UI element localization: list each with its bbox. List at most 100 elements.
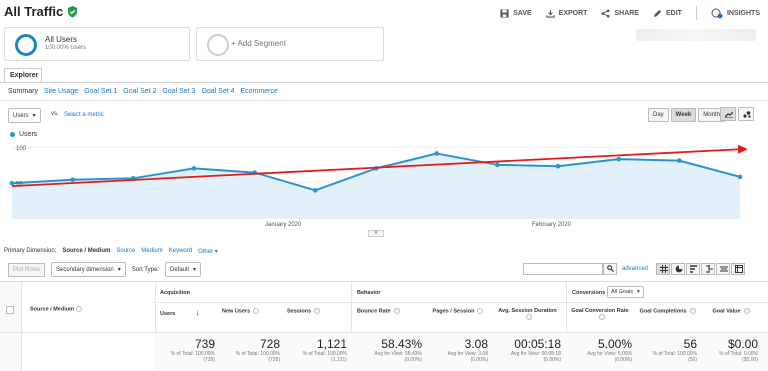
bar-chart-icon [690,265,697,273]
sort-type-select[interactable]: Default ▾ [164,262,202,277]
column-header-bounce-rate[interactable]: Bounce Rate [357,308,422,314]
chart-legend: Users [10,131,37,138]
plot-rows-button[interactable]: Plot Rows [8,262,46,277]
data-point[interactable] [313,188,318,193]
help-icon[interactable] [526,314,532,320]
subtab-ecommerce[interactable]: Ecommerce [241,88,278,95]
dimension-keyword[interactable]: Keyword [169,248,192,255]
help-icon[interactable] [393,308,400,314]
help-icon[interactable] [598,314,605,320]
data-point[interactable] [616,156,621,162]
column-header-users[interactable]: Users ↓ [160,308,215,317]
goals-select[interactable]: All Goals ▾ [607,286,644,298]
subtab-goal-set-2[interactable]: Goal Set 2 [123,88,156,95]
column-header-sessions[interactable]: Sessions [287,308,347,314]
data-point[interactable] [737,174,743,180]
insights-button[interactable]: INSIGHTS [711,8,760,19]
group-acquisition: Acquisition [160,290,190,296]
help-icon[interactable] [253,308,260,314]
total-sub-line2: (0.00%) [543,357,561,363]
subtab-goal-set-1[interactable]: Goal Set 1 [84,88,117,95]
legend-swatch [10,132,15,137]
chevron-down-icon: ▾ [637,289,640,295]
toolbar-divider [695,6,697,20]
column-header-new-users[interactable]: New Users [222,308,280,314]
subtab-summary[interactable]: Summary [8,88,38,95]
dimension-header[interactable]: Source / Medium [30,306,82,312]
total-sub-bounce-rate: Avg for View: 58.43% (0.00%) [374,351,422,363]
total-sub-pages-session: Avg for View: 3.08 (0.00%) [448,351,488,363]
save-button[interactable]: SAVE [500,8,532,18]
segment-all-users[interactable]: All Users 100.00% Users [4,27,190,61]
comparison-view-button[interactable] [701,263,715,275]
subtab-goal-set-3[interactable]: Goal Set 3 [162,88,195,95]
data-point[interactable] [495,162,500,168]
total-value-new-users: 728 [259,337,280,351]
data-point[interactable] [191,166,197,171]
chart-collapse-handle[interactable]: ▾ [368,230,384,237]
subtab-divider [0,100,768,101]
table-view-button[interactable] [656,263,670,275]
total-value-goal-conversion-rate: 5.00% [597,337,632,351]
column-header-goal-value[interactable]: Goal Value [704,308,758,314]
column-header-pages-session[interactable]: Pages / Session [428,308,488,314]
table-search-input[interactable] [523,263,603,275]
column-header-goal-completions[interactable]: Goal Completions [638,308,697,314]
subtab-goal-set-4[interactable]: Goal Set 4 [201,88,234,95]
column-header-goal-conversion-rate[interactable]: Goal Conversion Rate [568,308,632,320]
total-value-goal-completions: 56 [683,337,697,351]
users-line-chart: 100 50 January 2020 February 2020 [9,144,748,228]
help-icon[interactable] [743,308,750,314]
trend-arrowhead [738,144,748,154]
dimension-other[interactable]: Other ▾ [198,248,218,255]
pivot-icon [735,265,743,273]
dimension-medium[interactable]: Medium [141,248,162,255]
pie-view-button[interactable] [671,263,685,275]
tab-explorer[interactable]: Explorer [4,68,42,82]
help-icon[interactable] [75,306,82,312]
granularity-toggle: Day Week Month [648,108,725,122]
column-header-label: New Users [222,308,251,315]
line-chart-button[interactable] [720,107,736,121]
redacted-account-info [636,29,756,41]
add-segment-button[interactable]: + Add Segment [196,27,384,61]
export-button[interactable]: EXPORT [546,9,587,18]
share-button[interactable]: SHARE [601,8,639,18]
edit-button[interactable]: EDIT [653,9,682,18]
dimension-source-medium[interactable]: Source / Medium [62,248,110,255]
verified-shield-icon [68,5,78,18]
add-segment-label: + Add Segment [231,39,286,48]
column-header-label: Users [160,311,176,317]
subtab-site-usage[interactable]: Site Usage [44,88,78,95]
metric-selector[interactable]: Users ▾ [8,108,41,123]
performance-view-button[interactable] [686,263,700,275]
vs-label: vs. [51,111,59,117]
primary-dimension-row: Primary Dimension: Source / Medium Sourc… [4,248,218,255]
dimension-source[interactable]: Source [116,248,135,255]
help-icon[interactable] [689,308,696,314]
help-icon[interactable] [314,308,321,314]
total-sub-goal-completions: % of Total: 100.00% (56) [653,351,697,363]
help-icon[interactable] [477,308,484,314]
motion-chart-button[interactable] [738,107,754,121]
select-all-checkbox[interactable] [6,306,14,314]
sort-descending-icon[interactable]: ↓ [193,308,200,317]
search-button[interactable] [603,263,617,275]
select-metric-link[interactable]: Select a metric [64,112,104,118]
day-button[interactable]: Day [648,108,669,122]
week-button[interactable]: Week [670,108,697,122]
data-point[interactable] [9,180,15,186]
column-header-avg-session-duration[interactable]: Avg. Session Duration [494,308,561,320]
advanced-filter-link[interactable]: advanced [622,266,648,272]
data-point[interactable] [434,151,439,156]
secondary-dimension-select[interactable]: Secondary dimension ▾ [51,262,126,277]
column-header-label: Sessions [287,308,312,315]
data-point[interactable] [555,163,561,169]
total-sub-users: % of Total: 100.00% (739) [171,351,215,363]
data-point[interactable] [70,177,75,183]
term-cloud-button[interactable] [716,263,730,275]
data-point[interactable] [677,158,682,163]
total-sub-sessions: % of Total: 100.00% (1,121) [303,351,347,363]
table-controls: Plot Rows Secondary dimension ▾ Sort Type… [8,262,202,277]
pivot-view-button[interactable] [731,263,745,275]
